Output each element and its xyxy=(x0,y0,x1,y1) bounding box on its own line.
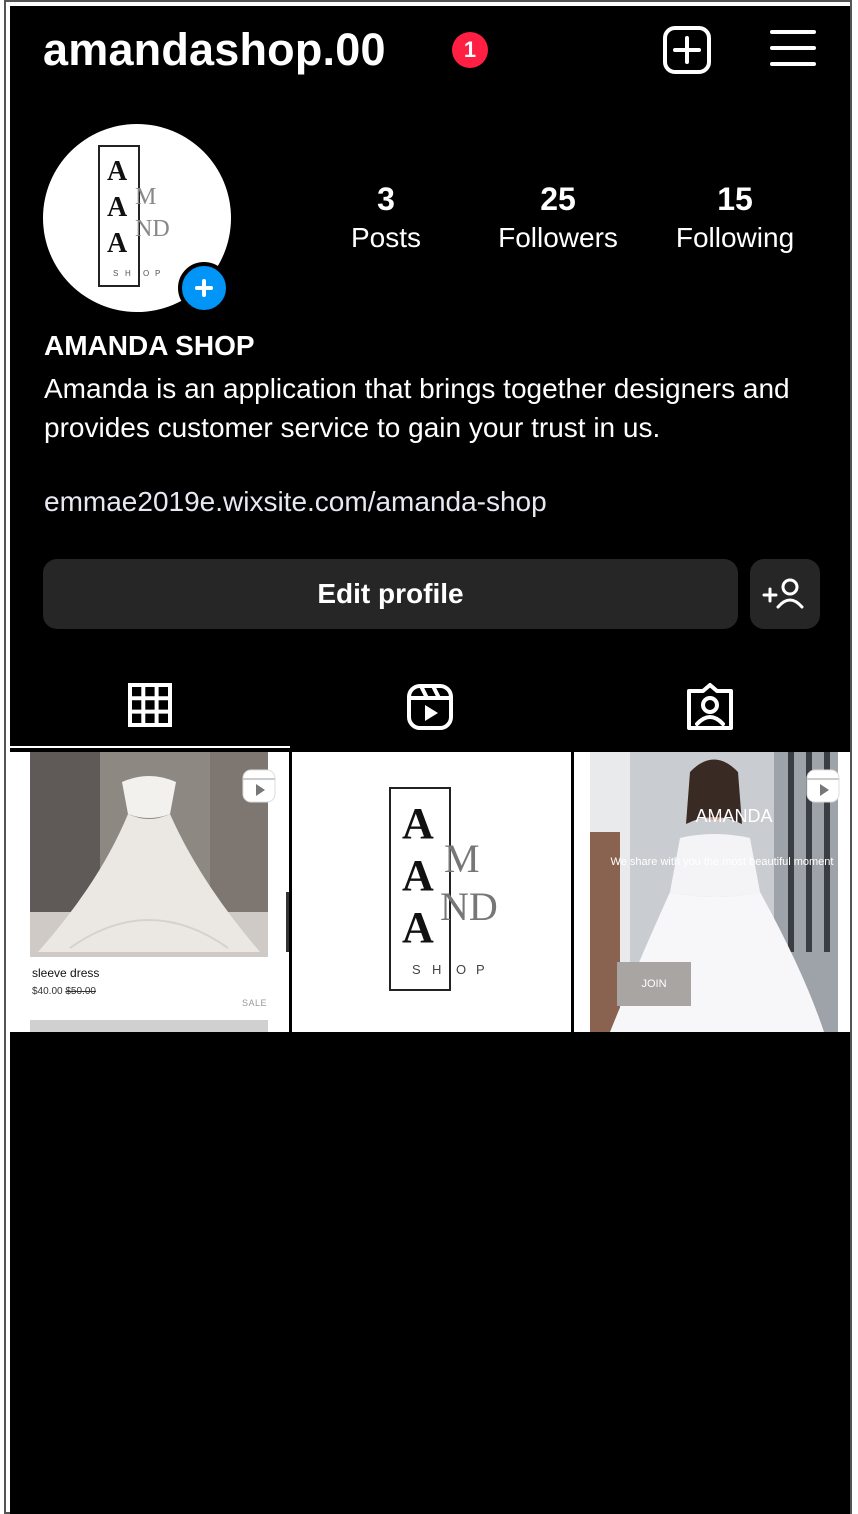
followers-count-value: 25 xyxy=(540,181,576,217)
posts-count-value: 3 xyxy=(377,181,395,217)
logo-letter: A xyxy=(107,156,128,187)
logo-shop-letter: P xyxy=(155,269,160,278)
logo-letter: M xyxy=(444,836,480,881)
logo-letter: A xyxy=(402,903,434,952)
logo-shop-letter: H xyxy=(432,962,441,977)
tab-tagged[interactable] xyxy=(570,674,850,750)
active-tab-indicator xyxy=(10,746,290,748)
tab-reels[interactable] xyxy=(290,674,570,750)
post-thumbnail[interactable]: sleeve dress $40.00 $50.00 SALE xyxy=(10,752,289,1032)
discover-people-button[interactable] xyxy=(750,559,820,629)
notification-badge[interactable]: 1 xyxy=(452,32,488,68)
followers-count-label: Followers xyxy=(498,222,618,253)
sale-label: SALE xyxy=(241,998,267,1008)
logo-shop-letter: O xyxy=(456,962,466,977)
logo-letter: ND xyxy=(440,884,498,929)
website-link[interactable]: emmae2019e.wixsite.com/amanda-shop xyxy=(44,486,547,518)
bio-text: Amanda is an application that brings tog… xyxy=(44,373,790,443)
logo-letter: M xyxy=(135,184,156,210)
post-title: AMANDA xyxy=(695,806,773,826)
logo-shop-letter: O xyxy=(143,269,149,278)
reel-badge xyxy=(805,768,841,804)
product-name: sleeve dress xyxy=(32,966,100,980)
display-name: AMANDA SHOP xyxy=(44,330,255,361)
logo-shop-letter: P xyxy=(476,962,485,977)
tab-posts-grid[interactable] xyxy=(10,674,290,750)
post-thumbnail[interactable]: AMANDA We share with you the most beauti… xyxy=(574,752,850,1032)
post-subtitle: We share with you the most beautiful mom… xyxy=(610,856,834,868)
logo-letter: A xyxy=(402,851,434,900)
reel-badge xyxy=(241,768,277,804)
logo-letter: A xyxy=(107,192,128,223)
profile-screen: amandashop.00 1 A M A ND A S H O P 3 Pos… xyxy=(10,6,850,1514)
posts-count-label: Posts xyxy=(350,222,422,253)
logo-letter: A xyxy=(107,228,128,259)
post-thumbnail[interactable]: A M A ND A S H O P xyxy=(292,752,571,1032)
edit-profile-button[interactable]: Edit profile xyxy=(43,559,738,629)
logo-letter: ND xyxy=(135,216,170,242)
logo-shop-letter: H xyxy=(125,269,131,278)
logo-shop-letter: S xyxy=(113,269,118,278)
reels-icon xyxy=(407,684,453,730)
join-button: JOIN xyxy=(617,962,691,1006)
plus-square-icon xyxy=(663,26,711,74)
old-price: $50.00 xyxy=(65,986,96,997)
menu-icon xyxy=(770,30,816,66)
following-count-label: Following xyxy=(675,222,795,253)
following-count-value: 15 xyxy=(717,181,753,217)
logo-letter: A xyxy=(402,799,434,848)
add-person-icon xyxy=(762,578,804,609)
reels-icon xyxy=(242,769,276,803)
grid-icon xyxy=(128,683,172,727)
top-bar: amandashop.00 1 xyxy=(10,6,850,96)
create-button[interactable] xyxy=(662,26,712,74)
following-count[interactable]: 15 Following xyxy=(660,181,810,254)
posts-count[interactable]: 3 Posts xyxy=(336,181,436,254)
menu-button[interactable] xyxy=(769,26,817,70)
followers-count[interactable]: 25 Followers xyxy=(488,181,628,254)
username[interactable]: amandashop.00 xyxy=(43,24,386,76)
add-story-button[interactable] xyxy=(178,262,230,314)
current-price: $40.00 xyxy=(32,986,63,997)
reels-icon xyxy=(806,769,840,803)
product-price: $40.00 $50.00 xyxy=(32,986,96,997)
logo-shop-letter: S xyxy=(412,962,421,977)
tagged-icon xyxy=(687,683,733,730)
amanda-shop-logo: A M A ND A S H O P xyxy=(389,787,498,991)
